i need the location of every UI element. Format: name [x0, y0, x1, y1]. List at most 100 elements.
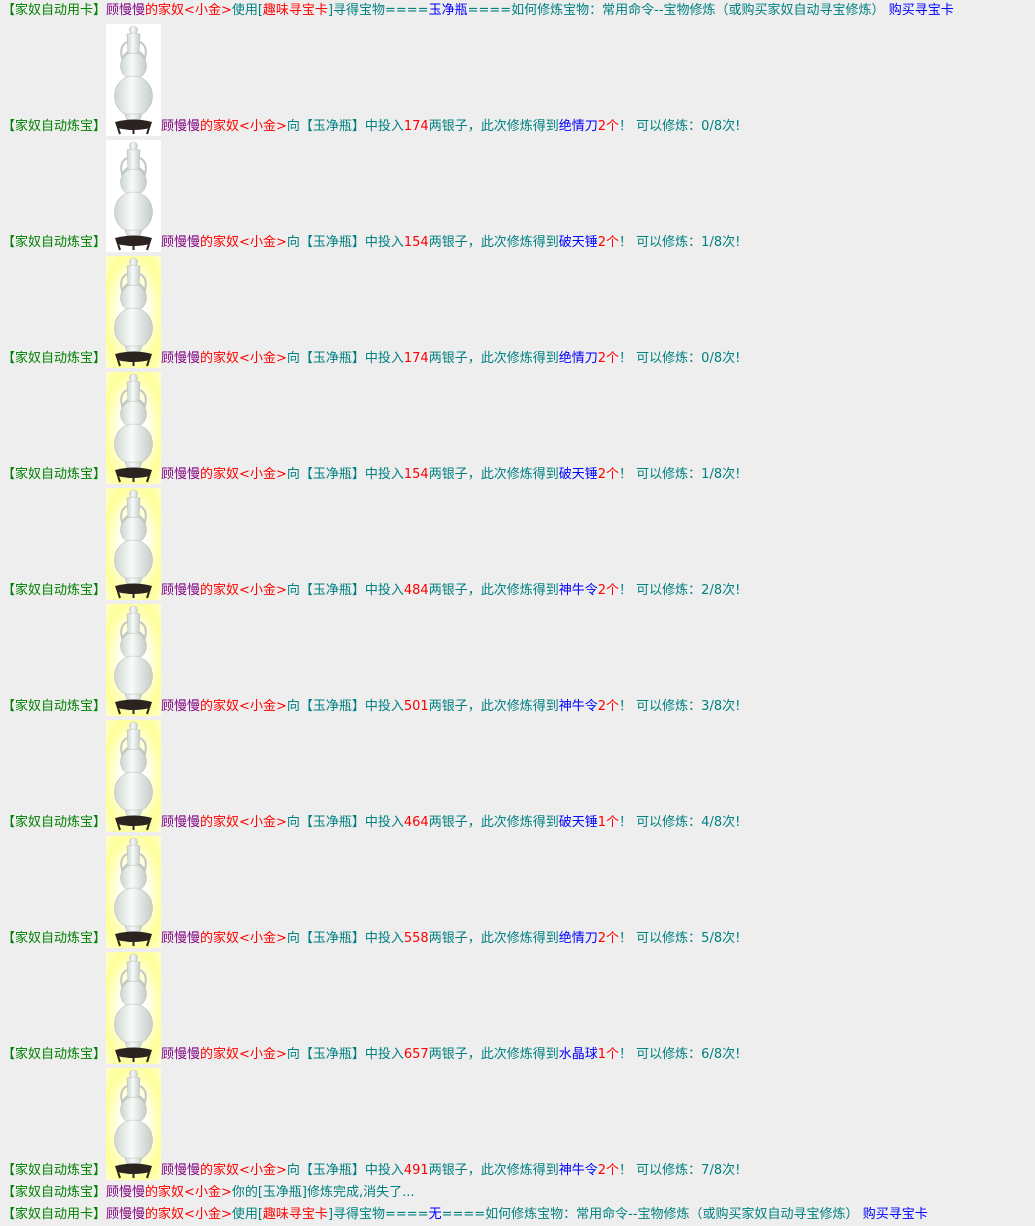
item-name: 神牛令	[558, 699, 598, 714]
to-prefix: 向【	[286, 351, 313, 366]
item-count: 2个	[597, 119, 620, 134]
progress: 5/8	[701, 931, 723, 946]
silver-amount: 501	[403, 699, 429, 714]
owner-suffix: 的家奴	[200, 1163, 240, 1178]
owner-name[interactable]: 顾慢慢	[161, 119, 200, 134]
refine-entry: 【家奴自动炼宝】 顾慢慢的家奴<小金>向【玉净瓶】中投入558两银子，此次修炼得…	[2, 834, 1035, 950]
owner-suffix: 的家奴	[200, 235, 240, 250]
item-name: 神牛令	[558, 583, 598, 598]
owner-name[interactable]: 顾慢慢	[161, 583, 200, 598]
owner-name[interactable]: 顾慢慢	[106, 1185, 145, 1200]
jade-vase-icon	[106, 24, 162, 136]
can-prefix: ！ 可以修炼：	[619, 119, 702, 134]
invest-suffix: 两银子，此次修炼得到	[428, 351, 559, 366]
refine-text: 顾慢慢的家奴<小金>向【玉净瓶】中投入154两银子，此次修炼得到破天锤2个！ 可…	[161, 232, 740, 254]
treasure-name: 玉净瓶	[312, 583, 352, 598]
servant-name: <小金>	[239, 583, 287, 598]
to-prefix: 向【	[286, 235, 313, 250]
refine-entry: 【家奴自动炼宝】 顾慢慢的家奴<小金>向【玉净瓶】中投入174两银子，此次修炼得…	[2, 22, 1035, 138]
use-card-line-bottom: 【家奴自动用卡】顾慢慢的家奴<小金>使用[趣味寻宝卡]寻得宝物====无====…	[2, 1204, 1035, 1226]
item-count: 2个	[597, 583, 620, 598]
jade-vase-icon	[106, 488, 162, 600]
item-name: 破天锤	[558, 235, 598, 250]
to-prefix: 向【	[286, 815, 313, 830]
can-prefix: ！ 可以修炼：	[619, 583, 702, 598]
owner-name[interactable]: 顾慢慢	[161, 699, 200, 714]
progress: 0/8	[701, 119, 723, 134]
can-prefix: ！ 可以修炼：	[619, 351, 702, 366]
item-name: 水晶球	[558, 1047, 598, 1062]
silver-amount: 491	[403, 1163, 429, 1178]
refine-text: 顾慢慢的家奴<小金>向【玉净瓶】中投入154两银子，此次修炼得到破天锤2个！ 可…	[161, 464, 740, 486]
line-tag: 【家奴自动炼宝】	[2, 699, 107, 714]
owner-name[interactable]: 顾慢慢	[161, 467, 200, 482]
line-tag: 【家奴自动炼宝】	[2, 1163, 107, 1178]
treasure-name: 玉净瓶	[312, 351, 352, 366]
refine-entry: 【家奴自动炼宝】 顾慢慢的家奴<小金>向【玉净瓶】中投入484两银子，此次修炼得…	[2, 486, 1035, 602]
can-suffix: 次!	[722, 583, 741, 598]
servant-name: <小金>	[239, 815, 287, 830]
servant-name: <小金>	[184, 3, 232, 18]
owner-name[interactable]: 顾慢慢	[161, 1047, 200, 1062]
item-count: 2个	[597, 699, 620, 714]
found-suffix: ====如何修炼宝物：常用命令--宝物修炼（或购买家奴自动寻宝修炼）	[467, 3, 885, 18]
owner-name[interactable]: 顾慢慢	[161, 931, 200, 946]
can-suffix: 次!	[722, 119, 741, 134]
can-suffix: 次!	[722, 815, 741, 830]
line-tag: 【家奴自动炼宝】	[2, 1047, 107, 1062]
to-prefix: 向【	[286, 1163, 313, 1178]
can-suffix: 次!	[722, 235, 741, 250]
invest-suffix: 两银子，此次修炼得到	[428, 931, 559, 946]
item-name: 神牛令	[558, 1163, 598, 1178]
owner-name[interactable]: 顾慢慢	[161, 815, 200, 830]
invest-prefix: 】中投入	[351, 815, 404, 830]
owner-suffix: 的家奴	[200, 351, 240, 366]
invest-suffix: 两银子，此次修炼得到	[428, 467, 559, 482]
line-tag: 【家奴自动炼宝】	[2, 119, 107, 134]
treasure-name: 玉净瓶	[312, 1163, 352, 1178]
owner-name[interactable]: 顾慢慢	[161, 235, 200, 250]
jade-vase-icon	[106, 372, 162, 484]
progress: 0/8	[701, 351, 723, 366]
refine-entry: 【家奴自动炼宝】 顾慢慢的家奴<小金>向【玉净瓶】中投入154两银子，此次修炼得…	[2, 370, 1035, 486]
refine-entry: 【家奴自动炼宝】 顾慢慢的家奴<小金>向【玉净瓶】中投入154两银子，此次修炼得…	[2, 138, 1035, 254]
silver-amount: 174	[403, 351, 429, 366]
owner-name[interactable]: 顾慢慢	[161, 1163, 200, 1178]
invest-prefix: 】中投入	[351, 119, 404, 134]
invest-prefix: 】中投入	[351, 1163, 404, 1178]
buy-card-link[interactable]: 购买寻宝卡	[889, 3, 954, 18]
invest-suffix: 两银子，此次修炼得到	[428, 815, 559, 830]
refine-complete-line: 【家奴自动炼宝】顾慢慢的家奴<小金>你的[玉净瓶]修炼完成,消失了...	[2, 1182, 1035, 1204]
treasure-name: 玉净瓶	[312, 1047, 352, 1062]
can-suffix: 次!	[722, 1163, 741, 1178]
invest-suffix: 两银子，此次修炼得到	[428, 235, 559, 250]
can-suffix: 次!	[722, 699, 741, 714]
servant-name: <小金>	[239, 1163, 287, 1178]
progress: 2/8	[701, 583, 723, 598]
treasure-name: 玉净瓶	[312, 119, 352, 134]
owner-name[interactable]: 顾慢慢	[106, 3, 145, 18]
can-prefix: ！ 可以修炼：	[619, 1047, 702, 1062]
refine-text: 顾慢慢的家奴<小金>向【玉净瓶】中投入484两银子，此次修炼得到神牛令2个！ 可…	[161, 580, 740, 602]
servant-name: <小金>	[239, 351, 287, 366]
silver-amount: 558	[403, 931, 429, 946]
silver-amount: 484	[403, 583, 429, 598]
owner-suffix: 的家奴	[200, 699, 240, 714]
jade-vase-icon	[106, 256, 162, 368]
invest-prefix: 】中投入	[351, 235, 404, 250]
can-prefix: ！ 可以修炼：	[619, 1163, 702, 1178]
servant-name: <小金>	[239, 931, 287, 946]
refine-entries: 【家奴自动炼宝】 顾慢慢的家奴<小金>向【玉净瓶】中投入174两银子，此次修炼得…	[2, 22, 1035, 1182]
to-prefix: 向【	[286, 1047, 313, 1062]
card-name: 趣味寻宝卡	[262, 3, 328, 18]
silver-amount: 154	[403, 235, 429, 250]
owner-name[interactable]: 顾慢慢	[161, 351, 200, 366]
progress: 1/8	[701, 467, 723, 482]
jade-vase-icon	[106, 604, 162, 716]
item-name: 破天锤	[558, 467, 598, 482]
progress: 1/8	[701, 235, 723, 250]
owner-suffix: 的家奴	[200, 583, 240, 598]
refine-text: 顾慢慢的家奴<小金>向【玉净瓶】中投入174两银子，此次修炼得到绝情刀2个！ 可…	[161, 116, 740, 138]
treasure-name: 玉净瓶	[312, 931, 352, 946]
progress: 4/8	[701, 815, 723, 830]
